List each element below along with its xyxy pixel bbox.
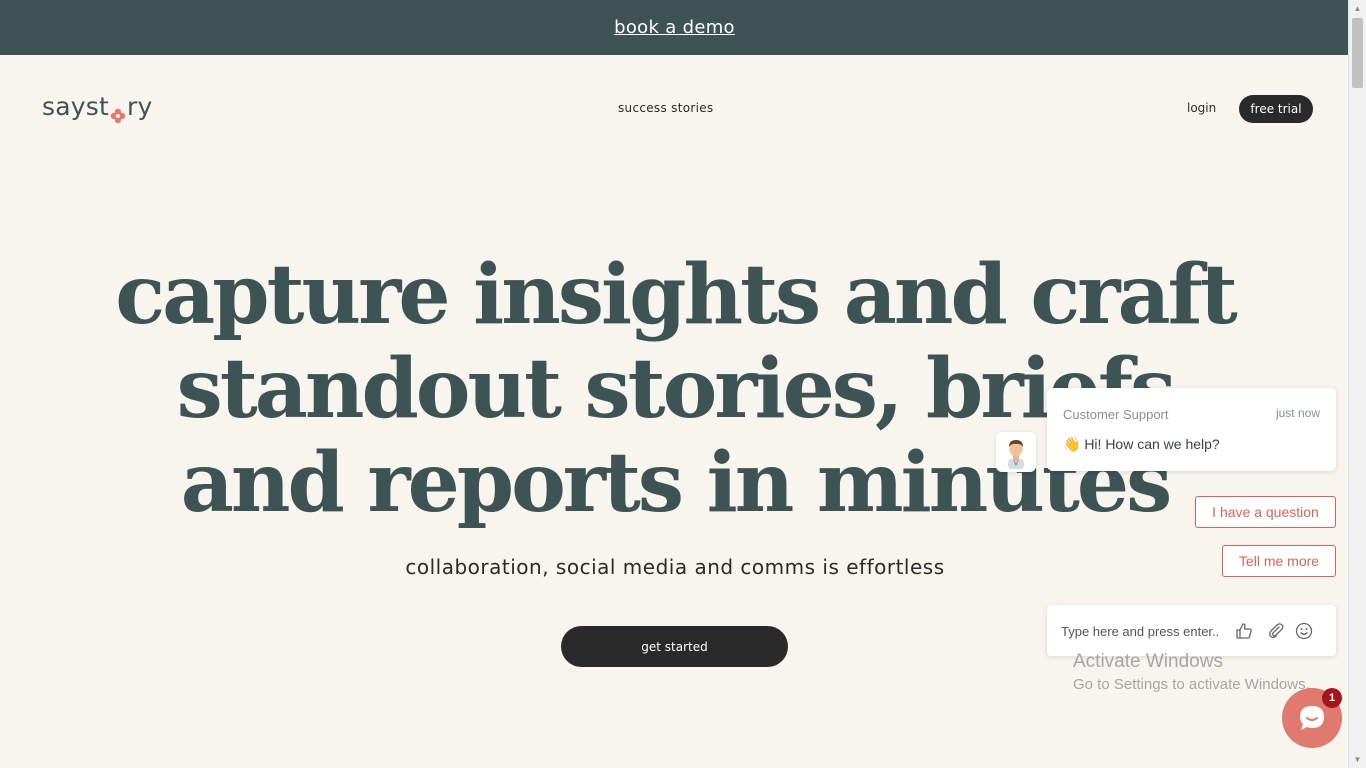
chat-sender-name: Customer Support — [1063, 407, 1169, 422]
thumbs-up-icon[interactable] — [1235, 622, 1253, 640]
flower-icon — [110, 101, 126, 123]
support-agent-avatar — [996, 432, 1036, 472]
success-stories-link[interactable]: success stories — [618, 101, 713, 115]
logo-text-start: sayst — [42, 92, 109, 121]
hero-subheading: collaboration, social media and comms is… — [405, 555, 945, 579]
emoji-icon[interactable] — [1295, 622, 1313, 640]
login-link[interactable]: login — [1187, 101, 1216, 115]
activate-windows-subtitle: Go to Settings to activate Windows. — [1073, 676, 1310, 693]
scroll-up-icon[interactable]: ▲ — [1349, 0, 1366, 17]
book-demo-link[interactable]: book a demo — [614, 17, 735, 38]
chat-message-input[interactable] — [1059, 620, 1243, 642]
chat-input-container — [1047, 605, 1336, 656]
scroll-down-icon[interactable]: ▼ — [1349, 751, 1366, 768]
headline-line-1: capture insights and craft — [115, 247, 1238, 343]
unread-count-badge: 1 — [1322, 688, 1342, 708]
quick-reply-tell-more[interactable]: Tell me more — [1222, 545, 1336, 577]
get-started-button[interactable]: get started — [561, 626, 788, 667]
free-trial-button[interactable]: free trial — [1239, 95, 1313, 123]
paperclip-icon[interactable] — [1267, 622, 1285, 640]
quick-reply-question[interactable]: I have a question — [1195, 496, 1336, 528]
top-banner: book a demo — [0, 0, 1349, 55]
chat-greeting-text: 👋 Hi! How can we help? — [1063, 436, 1220, 452]
page-scrollbar[interactable]: ▲ ▼ — [1348, 0, 1366, 768]
logo-text-end: ry — [126, 92, 153, 121]
agent-avatar-icon — [1008, 440, 1024, 469]
chat-timestamp: just now — [1275, 406, 1320, 420]
chat-message-bubble: Customer Support just now 👋 Hi! How can … — [1047, 388, 1336, 471]
saystory-logo[interactable]: sayst ry — [42, 92, 153, 123]
activate-windows-title: Activate Windows — [1073, 651, 1223, 672]
scrollbar-thumb[interactable] — [1352, 18, 1363, 88]
chat-bubble-icon — [1300, 706, 1324, 730]
